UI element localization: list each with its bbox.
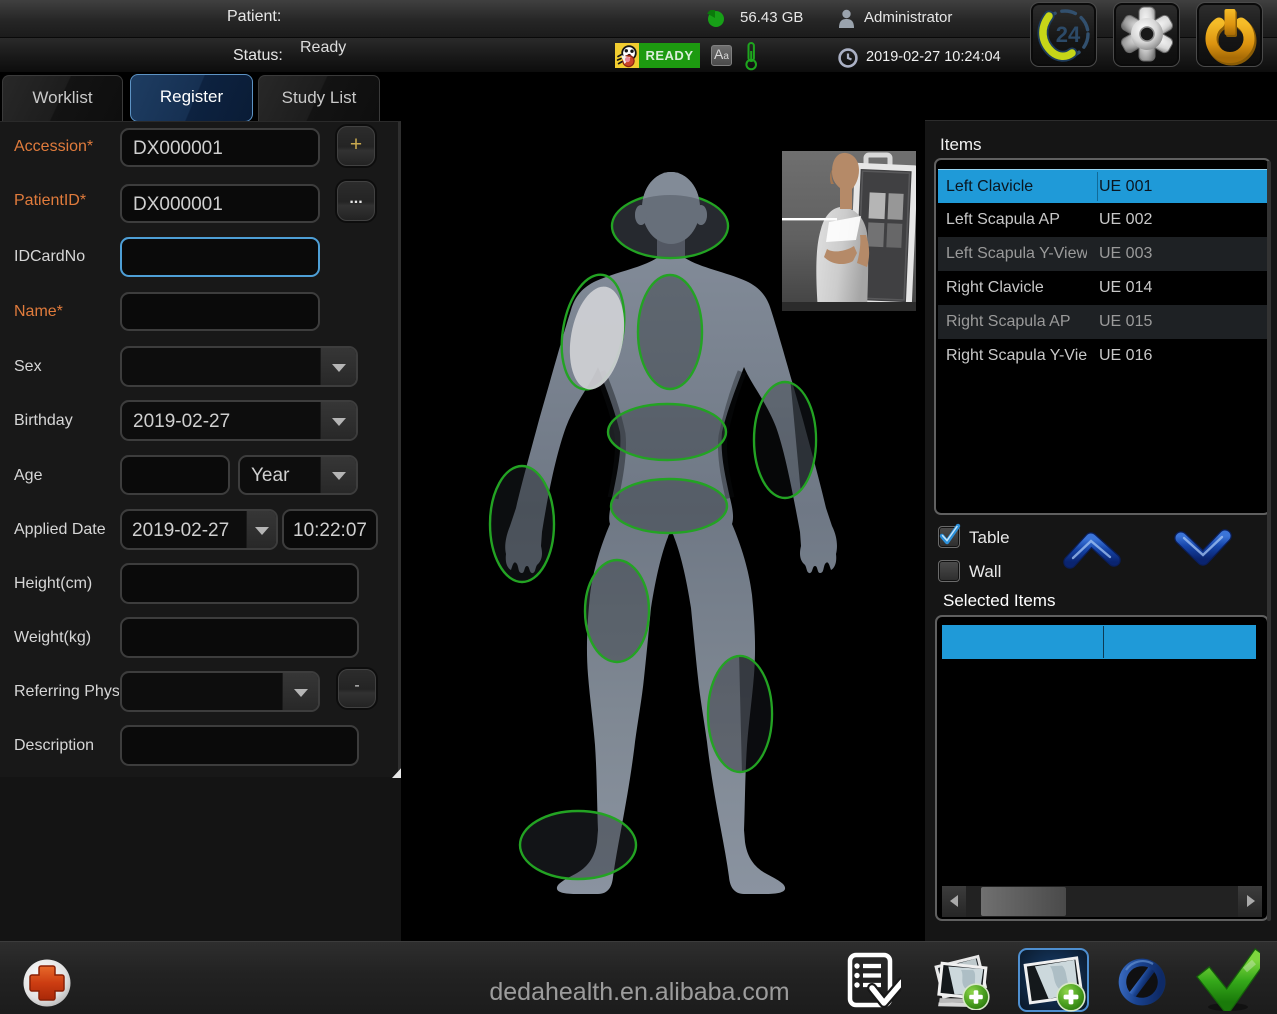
svg-text:24: 24 <box>1056 22 1081 47</box>
